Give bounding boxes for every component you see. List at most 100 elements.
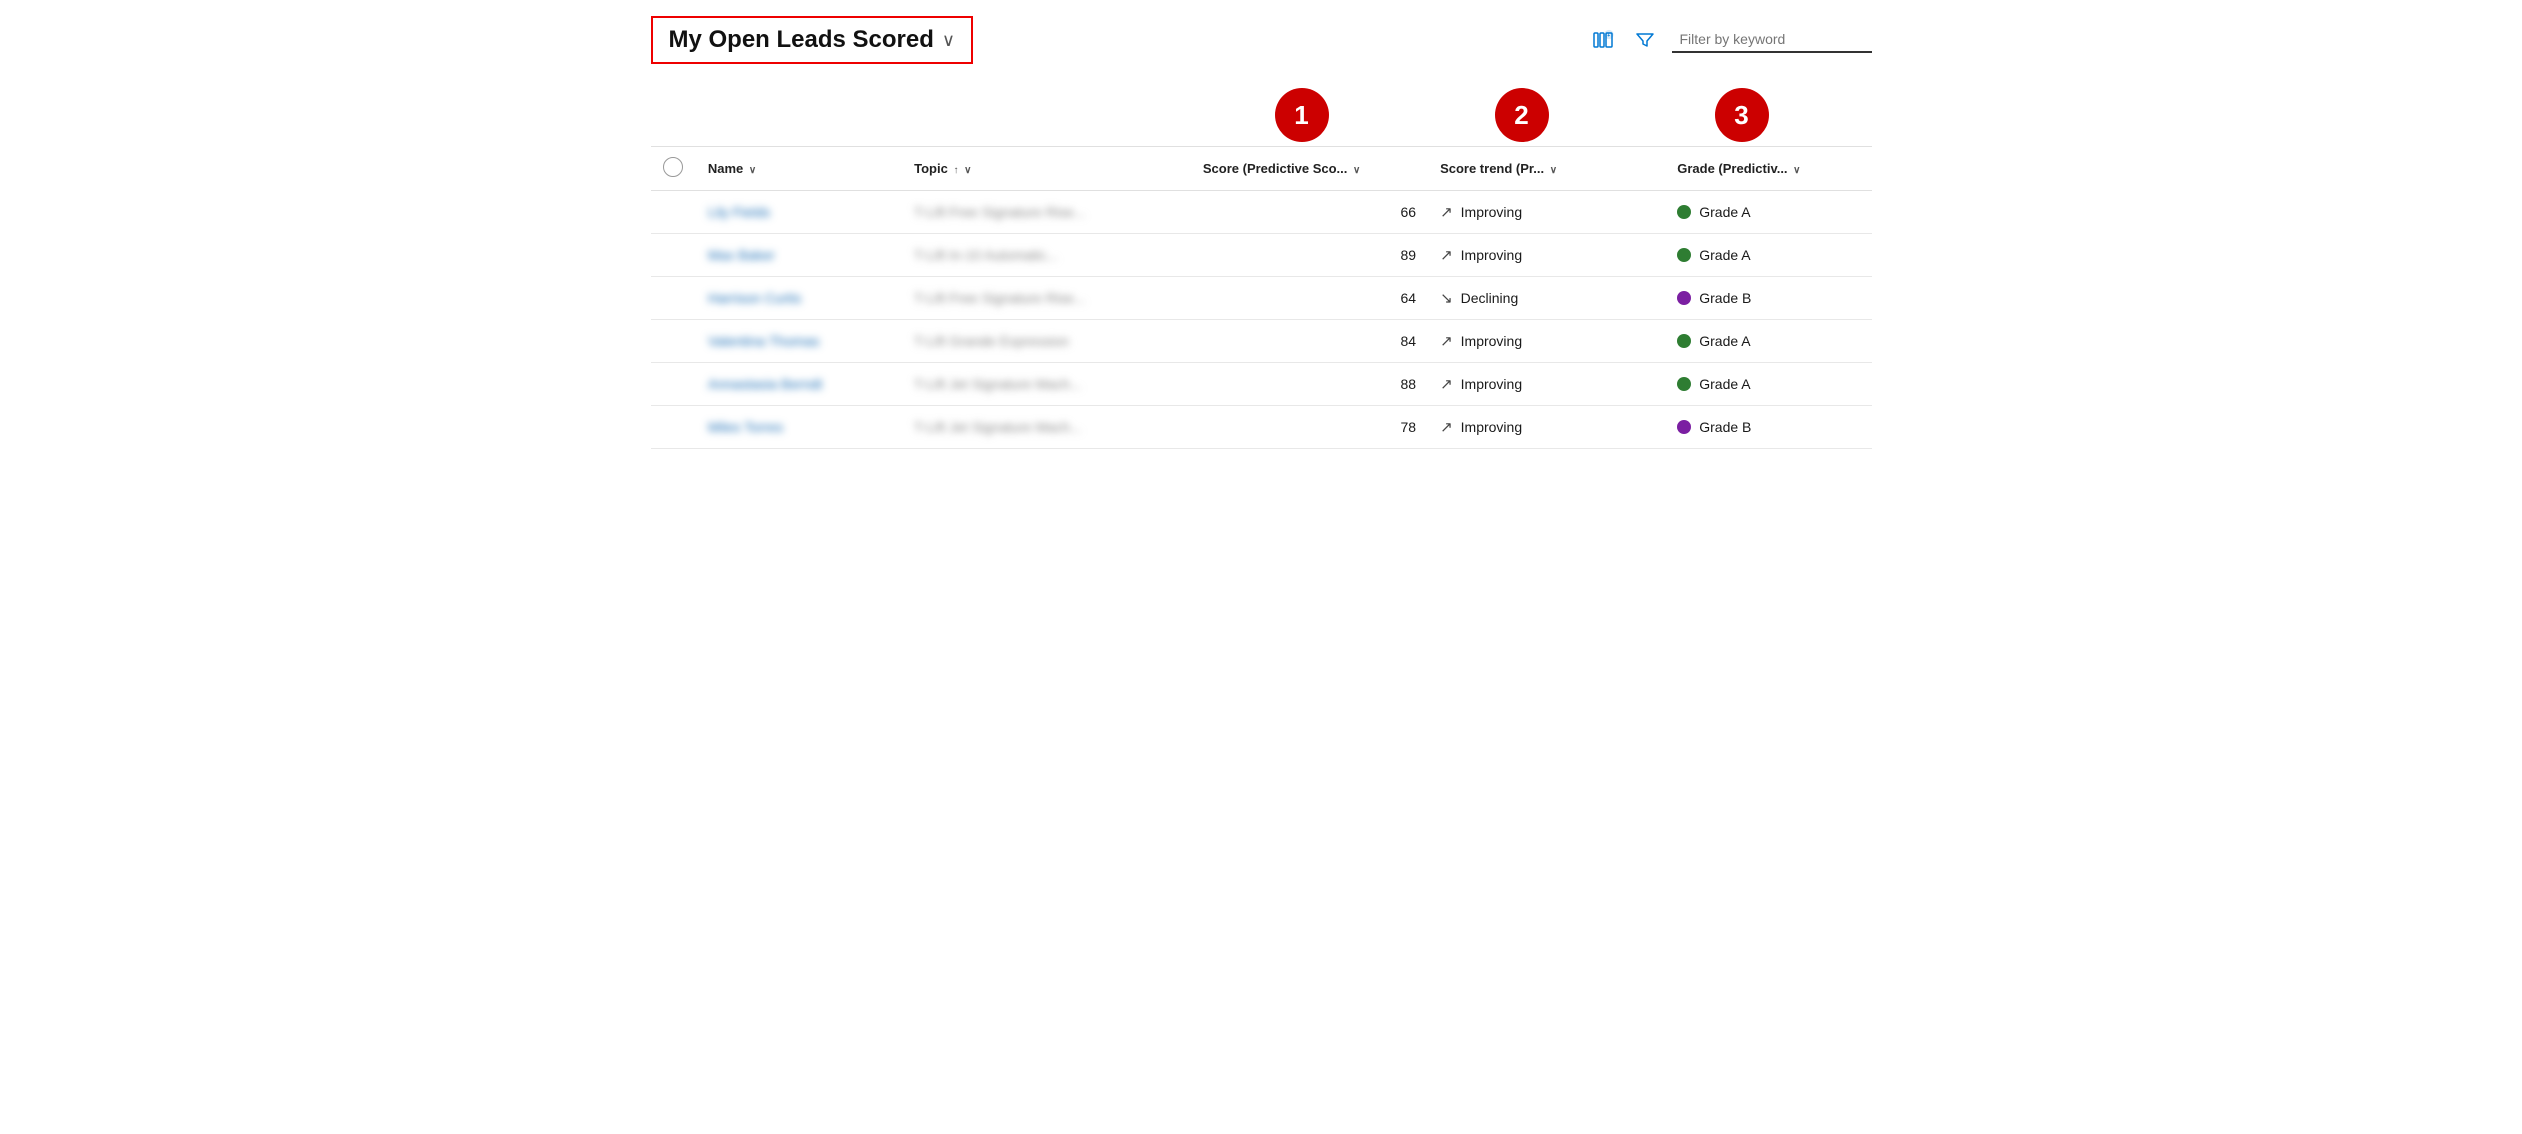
th-topic[interactable]: Topic ↑ ∨ — [902, 147, 1191, 191]
grade-dot — [1677, 248, 1691, 262]
row-name[interactable]: Lily Fields — [696, 191, 902, 234]
title-dropdown[interactable]: My Open Leads Scored ∨ — [651, 16, 974, 64]
header-actions: + — [1588, 25, 1872, 55]
th-grade-label: Grade (Predictiv... — [1677, 161, 1787, 176]
row-score: 64 — [1191, 277, 1428, 320]
grade-label: Grade B — [1699, 290, 1751, 306]
trend-arrow-icon: ↗ — [1440, 332, 1453, 350]
row-score: 89 — [1191, 234, 1428, 277]
th-topic-sort: ↑ — [953, 165, 958, 176]
th-trend-chevron: ∨ — [1550, 165, 1557, 176]
row-name[interactable]: Harrison Curtis — [696, 277, 902, 320]
trend-arrow-icon: ↗ — [1440, 418, 1453, 436]
th-name-label: Name — [708, 161, 743, 176]
grade-label: Grade A — [1699, 333, 1750, 349]
page-title: My Open Leads Scored — [669, 26, 934, 54]
trend-label: Improving — [1461, 204, 1522, 220]
row-topic: T-Lift In-10 Automatic... — [902, 234, 1191, 277]
trend-arrow-icon: ↗ — [1440, 203, 1453, 221]
row-name[interactable]: Annastasia Berndt — [696, 363, 902, 406]
filter-input[interactable] — [1672, 27, 1872, 53]
title-chevron-icon: ∨ — [942, 30, 955, 51]
row-trend: ↗ Improving — [1428, 191, 1665, 234]
row-name[interactable]: Valentina Thomas — [696, 320, 902, 363]
grade-label: Grade A — [1699, 204, 1750, 220]
grade-dot — [1677, 377, 1691, 391]
row-trend: ↘ Declining — [1428, 277, 1665, 320]
row-grade: Grade B — [1665, 277, 1871, 320]
annotation-bubble-3: 3 — [1715, 88, 1769, 142]
filter-icon — [1634, 29, 1656, 51]
table-row: Miles Torres T-Lift Jet Signature Mach..… — [651, 406, 1872, 449]
row-checkbox-cell — [651, 234, 696, 277]
th-grade[interactable]: Grade (Predictiv... ∨ — [1665, 147, 1871, 191]
row-trend: ↗ Improving — [1428, 363, 1665, 406]
trend-arrow-icon: ↗ — [1440, 246, 1453, 264]
th-name-chevron: ∨ — [749, 165, 756, 176]
row-trend: ↗ Improving — [1428, 320, 1665, 363]
trend-label: Improving — [1461, 419, 1522, 435]
row-grade: Grade A — [1665, 320, 1871, 363]
row-checkbox-cell — [651, 191, 696, 234]
row-grade: Grade A — [1665, 234, 1871, 277]
table-row: Max Baker T-Lift In-10 Automatic... 89 ↗… — [651, 234, 1872, 277]
th-score[interactable]: Score (Predictive Sco... ∨ — [1191, 147, 1428, 191]
columns-icon: + — [1592, 29, 1614, 51]
th-grade-chevron: ∨ — [1793, 165, 1800, 176]
row-grade: Grade A — [1665, 191, 1871, 234]
row-score: 78 — [1191, 406, 1428, 449]
row-score: 66 — [1191, 191, 1428, 234]
table-row: Harrison Curtis T-Lift Free Signature Ri… — [651, 277, 1872, 320]
th-topic-label: Topic — [914, 161, 948, 176]
grade-dot — [1677, 334, 1691, 348]
row-name[interactable]: Max Baker — [696, 234, 902, 277]
row-name[interactable]: Miles Torres — [696, 406, 902, 449]
header-checkbox[interactable] — [663, 157, 683, 177]
trend-label: Declining — [1461, 290, 1519, 306]
row-topic: T-Lift Jet Signature Mach... — [902, 363, 1191, 406]
table-row: Valentina Thomas T-Lift Grande Expressio… — [651, 320, 1872, 363]
trend-arrow-icon: ↗ — [1440, 375, 1453, 393]
grade-label: Grade A — [1699, 376, 1750, 392]
grade-dot — [1677, 291, 1691, 305]
row-topic: T-Lift Jet Signature Mach... — [902, 406, 1191, 449]
row-topic: T-Lift Free Signature Rise... — [902, 191, 1191, 234]
th-score-chevron: ∨ — [1353, 165, 1360, 176]
leads-table: Name ∨ Topic ↑ ∨ Score (Predictive Sco..… — [651, 146, 1872, 449]
row-checkbox-cell — [651, 277, 696, 320]
th-name[interactable]: Name ∨ — [696, 147, 902, 191]
row-score: 88 — [1191, 363, 1428, 406]
row-checkbox-cell — [651, 363, 696, 406]
annotation-bubble-1: 1 — [1275, 88, 1329, 142]
row-grade: Grade B — [1665, 406, 1871, 449]
annotation-bubble-2: 2 — [1495, 88, 1549, 142]
table-header-row: Name ∨ Topic ↑ ∨ Score (Predictive Sco..… — [651, 147, 1872, 191]
th-checkbox — [651, 147, 696, 191]
th-trend[interactable]: Score trend (Pr... ∨ — [1428, 147, 1665, 191]
row-topic: T-Lift Grande Expression — [902, 320, 1191, 363]
row-trend: ↗ Improving — [1428, 406, 1665, 449]
columns-button[interactable]: + — [1588, 25, 1618, 55]
grade-dot — [1677, 420, 1691, 434]
grade-label: Grade B — [1699, 419, 1751, 435]
trend-label: Improving — [1461, 376, 1522, 392]
row-grade: Grade A — [1665, 363, 1871, 406]
trend-label: Improving — [1461, 247, 1522, 263]
trend-label: Improving — [1461, 333, 1522, 349]
grade-label: Grade A — [1699, 247, 1750, 263]
row-trend: ↗ Improving — [1428, 234, 1665, 277]
table-row: Lily Fields T-Lift Free Signature Rise..… — [651, 191, 1872, 234]
grade-dot — [1677, 205, 1691, 219]
annotations-row: 1 2 3 — [651, 72, 1872, 142]
trend-arrow-icon: ↘ — [1440, 289, 1453, 307]
row-topic: T-Lift Free Signature Rise... — [902, 277, 1191, 320]
th-score-label: Score (Predictive Sco... — [1203, 161, 1348, 176]
row-score: 84 — [1191, 320, 1428, 363]
th-topic-chevron: ∨ — [964, 165, 971, 176]
filter-button[interactable] — [1630, 25, 1660, 55]
row-checkbox-cell — [651, 320, 696, 363]
svg-text:+: + — [1607, 33, 1610, 39]
th-trend-label: Score trend (Pr... — [1440, 161, 1544, 176]
header-row: My Open Leads Scored ∨ + — [651, 16, 1872, 64]
table-row: Annastasia Berndt T-Lift Jet Signature M… — [651, 363, 1872, 406]
